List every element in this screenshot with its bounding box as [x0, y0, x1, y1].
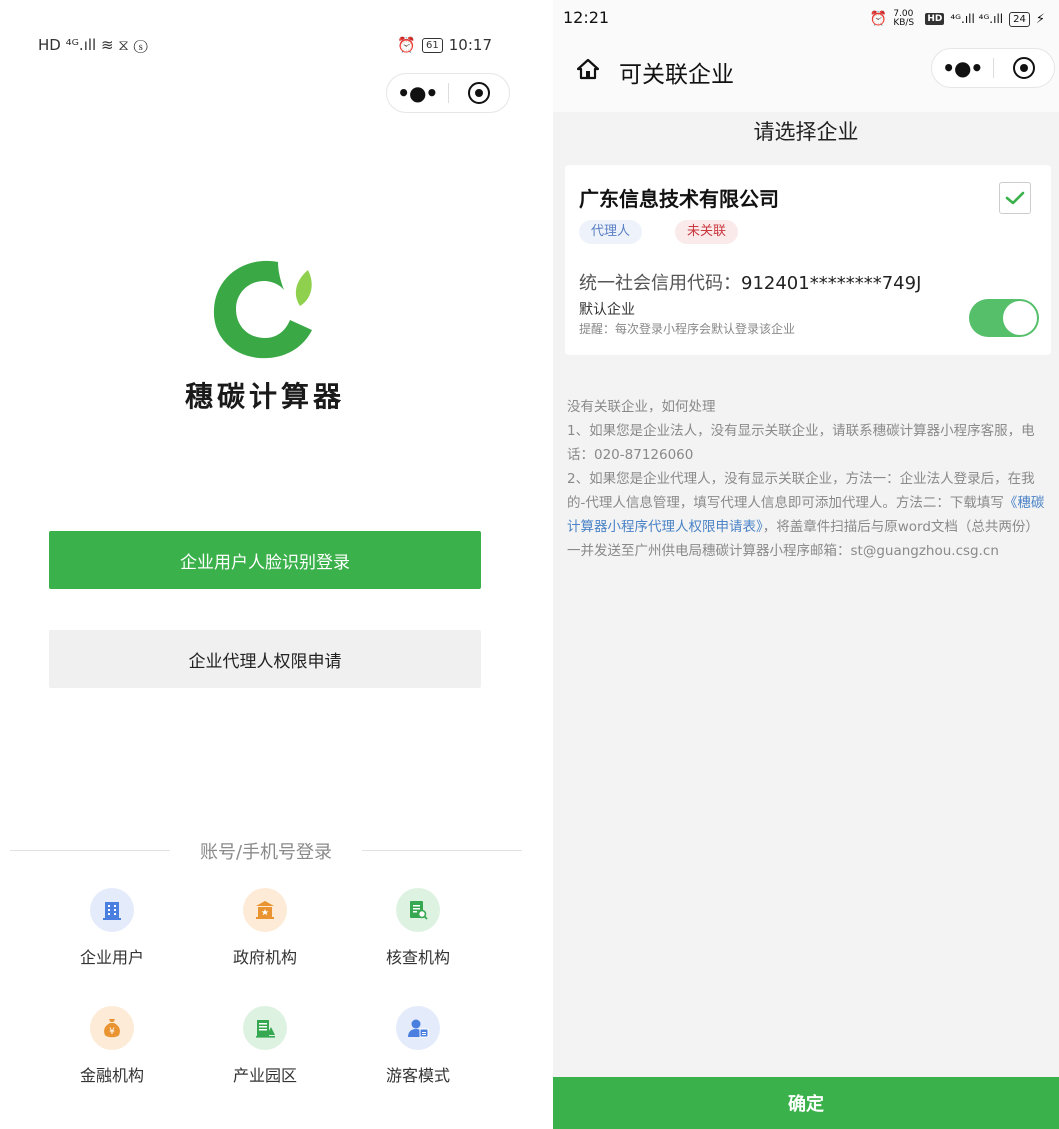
close-circle-icon [1012, 57, 1035, 79]
signal-icon: ⁴ᴳ.ıll ⁴ᴳ.ıll [950, 12, 1004, 26]
divider-line-right [362, 850, 522, 851]
alarm-icon: ⏰ [397, 36, 417, 54]
hd-icon: HD [925, 13, 945, 25]
mini-program-capsule: •●• [386, 73, 510, 113]
close-miniprogram-button[interactable] [993, 57, 1054, 79]
face-login-button[interactable]: 企业用户人脸识别登录 [49, 531, 481, 589]
toggle-knob [1003, 301, 1037, 335]
agent-tag: 代理人 [579, 220, 643, 244]
login-type-enterprise[interactable]: 企业用户 [42, 888, 182, 968]
battery-indicator: 24 [1009, 11, 1030, 27]
close-circle-icon [467, 82, 490, 104]
login-type-label: 企业用户 [79, 948, 144, 967]
status-bar: HD ⁴ᴳ.ıll ≋ ⧖ ⓢ ⏰ 61 10:17 [38, 36, 492, 56]
unlinked-tag: 未关联 [675, 220, 739, 244]
help-text: 没有关联企业，如何处理 1、如果您是企业法人，没有显示关联企业，请联系穗碳计算器… [567, 395, 1045, 563]
company-name: 广东信息技术有限公司 [579, 187, 779, 211]
help-paragraph-1: 1、如果您是企业法人，没有显示关联企业，请联系穗碳计算器小程序客服，电话：020… [567, 423, 1035, 463]
page-title: 可关联企业 [619, 62, 734, 88]
login-type-label: 政府机构 [232, 948, 297, 967]
login-type-park[interactable]: 产业园区 [195, 1006, 335, 1086]
select-enterprise-screen: 12:21 ⏰ 7.00 KB/S HD ⁴ᴳ.ıll ⁴ᴳ.ıll 24 ⚡ … [553, 0, 1059, 1129]
login-type-label: 产业园区 [232, 1066, 297, 1085]
enterprise-card[interactable]: 广东信息技术有限公司 代理人 未关联 统一社会信用代码：912401******… [565, 165, 1051, 355]
login-type-label: 核查机构 [385, 948, 450, 967]
more-menu-button[interactable]: •●• [387, 73, 448, 113]
money-bag-icon: ¥ [90, 1006, 134, 1050]
status-icons-right: ⏰ 61 10:17 [397, 36, 492, 54]
close-miniprogram-button[interactable] [448, 82, 509, 104]
visitor-icon [396, 1006, 440, 1050]
nav-header: 12:21 ⏰ 7.00 KB/S HD ⁴ᴳ.ıll ⁴ᴳ.ıll 24 ⚡ … [553, 0, 1059, 112]
account-login-divider: 账号/手机号登录 [10, 838, 522, 864]
select-checkbox[interactable] [999, 182, 1031, 214]
battery-indicator: 61 [422, 37, 443, 53]
status-time: 10:17 [448, 36, 492, 54]
default-enterprise-toggle[interactable] [969, 299, 1039, 337]
status-bar: 12:21 ⏰ 7.00 KB/S HD ⁴ᴳ.ıll ⁴ᴳ.ıll 24 ⚡ [563, 8, 1045, 30]
mini-program-capsule: •●• [931, 48, 1055, 88]
credit-code: 统一社会信用代码：912401********749J [579, 269, 921, 295]
help-paragraph-2-text: 2、如果您是企业代理人，没有显示关联企业，方法一：企业法人登录后，在我的-代理人… [567, 471, 1035, 511]
audit-icon [396, 888, 440, 932]
confirm-button[interactable]: 确定 [553, 1077, 1059, 1129]
status-icons-right: ⏰ 7.00 KB/S HD ⁴ᴳ.ıll ⁴ᴳ.ıll 24 ⚡ [870, 10, 1045, 28]
home-icon[interactable] [577, 58, 599, 80]
app-name: 穗碳计算器 [184, 380, 345, 413]
login-screen: HD ⁴ᴳ.ıll ≋ ⧖ ⓢ ⏰ 61 10:17 •●• 穗碳计算器 企业用… [0, 0, 530, 1129]
network-status-icons: HD ⁴ᴳ.ıll ≋ ⧖ ⓢ [38, 36, 148, 54]
login-type-government[interactable]: 政府机构 [195, 888, 335, 968]
charging-icon: ⚡ [1035, 11, 1045, 27]
account-login-link[interactable]: 账号/手机号登录 [10, 838, 522, 864]
government-icon [243, 888, 287, 932]
select-enterprise-heading: 请选择企业 [753, 120, 859, 144]
status-time: 12:21 [563, 8, 610, 27]
network-speed: 7.00 KB/S [893, 9, 915, 28]
default-enterprise-hint: 提醒：每次登录小程序会默认登录该企业 [579, 322, 796, 336]
status-icons-left: HD ⁴ᴳ.ıll ≋ ⧖ ⓢ [38, 36, 148, 54]
alarm-icon: ⏰ [869, 11, 888, 27]
park-icon [243, 1006, 287, 1050]
svg-text:¥: ¥ [109, 1027, 115, 1037]
default-enterprise-label: 默认企业 [579, 302, 635, 318]
agent-apply-button[interactable]: 企业代理人权限申请 [49, 630, 481, 688]
app-logo-icon [213, 260, 312, 359]
more-menu-button[interactable]: •●• [932, 48, 993, 88]
login-type-label: 游客模式 [385, 1066, 450, 1085]
check-icon [1005, 191, 1025, 205]
credit-code-label: 统一社会信用代码： [579, 273, 741, 294]
help-title: 没有关联企业，如何处理 [567, 399, 716, 415]
login-type-visitor[interactable]: 游客模式 [348, 1006, 488, 1086]
help-paragraph-2: 2、如果您是企业代理人，没有显示关联企业，方法一：企业法人登录后，在我的-代理人… [567, 467, 1045, 563]
credit-code-value: 912401********749J [741, 273, 922, 294]
login-type-label: 金融机构 [79, 1066, 144, 1085]
building-icon [90, 888, 134, 932]
login-type-audit[interactable]: 核查机构 [348, 888, 488, 968]
login-type-finance[interactable]: ¥ 金融机构 [42, 1006, 182, 1086]
